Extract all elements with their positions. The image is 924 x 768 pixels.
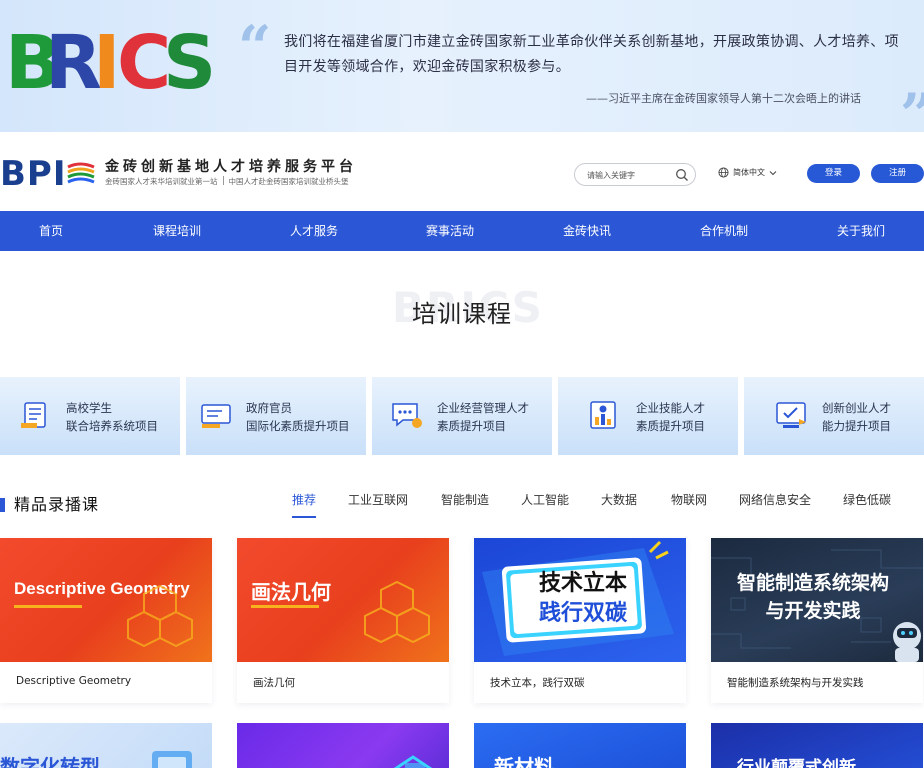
nav-item-news[interactable]: 金砖快讯 [563,211,611,251]
login-button[interactable]: 登录 [807,164,860,183]
main-nav: 首页 课程培训 人才服务 赛事活动 金砖快讯 合作机制 关于我们 [0,211,924,251]
thumbnail-title: 行业颠覆式创新 [737,758,856,768]
tab-network-security[interactable]: 网络信息安全 [739,491,811,508]
course-thumbnail: Descriptive Geometry [0,538,212,662]
nav-item-talent[interactable]: 人才服务 [290,211,338,251]
category-card-officials[interactable]: 政府官员 国际化素质提升项目 [186,377,366,455]
category-line1: 企业技能人才 [636,401,705,415]
skills-icon [590,401,616,429]
brics-logo: B R I C S [5,22,220,104]
bpi-logo-stripes-icon [67,162,95,184]
category-line2: 联合培养系统项目 [66,419,158,433]
site-subtitle-right: 中国人才赴金砖国家培训就业桥头堡 [228,177,349,186]
course-thumbnail: 技术立本 践行双碳 [474,538,686,662]
course-card-purple[interactable] [237,723,449,768]
category-label: 企业经营管理人才 素质提升项目 [437,399,529,435]
course-card-smart-manufacturing[interactable]: 智能制造系统架构 与开发实践 智能制造系统架构与开发实践 [711,538,923,703]
category-line1: 企业经营管理人才 [437,401,529,415]
thumbnail-title-line1: 技术立本 [538,571,627,596]
course-card-carbon[interactable]: 技术立本 践行双碳 技术立本，践行双碳 [474,538,686,703]
category-line2: 素质提升项目 [636,419,705,433]
course-card-digital-transformation[interactable]: 数字化转型 [0,723,212,768]
category-line2: 素质提升项目 [437,419,506,433]
course-card-disruptive-innovation[interactable]: 行业颠覆式创新 [711,723,923,768]
tab-recommended[interactable]: 推荐 [292,491,316,508]
thumbnail-title: 新材料 [494,755,554,768]
monitor-icon [152,751,192,768]
banner-quote-source: ——习近平主席在金砖国家领导人第十二次会晤上的讲话 [586,92,861,105]
search-icon[interactable] [675,168,689,182]
course-label: 智能制造系统架构与开发实践 [727,677,864,689]
thumbnail-title-line2: 与开发实践 [765,600,861,622]
thumbnail-title-line2: 践行双碳 [538,601,627,626]
top-banner: B R I C S “ 我们将在福建省厦门市建立金砖国家新工业革命伙伴关系创新基… [0,0,924,132]
search-input[interactable] [587,167,671,183]
category-label: 创新创业人才 能力提升项目 [822,399,891,435]
tab-iot[interactable]: 物联网 [671,491,707,508]
manager-icon [392,403,422,428]
category-card-innovation[interactable]: 创新创业人才 能力提升项目 [744,377,924,455]
nav-item-about[interactable]: 关于我们 [837,211,885,251]
subtitle-divider [222,176,224,185]
site-title: 金砖创新基地人才培养服务平台 [105,159,357,175]
section-title: 培训课程 [412,300,512,328]
language-selector[interactable]: 简体中文 [718,167,777,178]
nav-item-events[interactable]: 赛事活动 [426,211,474,251]
tab-green-carbon[interactable]: 绿色低碳 [843,491,891,508]
course-label: 技术立本，践行双碳 [490,677,585,689]
category-line1: 政府官员 [246,401,292,415]
course-thumbnail: 画法几何 [237,538,449,662]
thumbnail-underline [251,605,319,608]
category-label: 企业技能人才 素质提升项目 [636,399,705,435]
bpi-logo[interactable]: BPI [0,154,66,194]
nav-item-cooperation[interactable]: 合作机制 [700,211,748,251]
close-quote-icon: ” [900,86,924,132]
site-header: BPI 金砖创新基地人才培养服务平台 金砖国家人才来华培训就业第一站 中国人才赴金… [0,132,924,211]
course-card-new-materials[interactable]: 新材料 [474,723,686,768]
category-card-managers[interactable]: 企业经营管理人才 素质提升项目 [372,377,552,455]
thumbnail-title-line1: 智能制造系统架构 [736,572,889,594]
banner-quote: 我们将在福建省厦门市建立金砖国家新工业革命伙伴关系创新基地，开展政策协调、人才培… [284,34,899,75]
active-tab-underline [292,516,316,518]
register-button[interactable]: 注册 [871,164,924,183]
category-label: 政府官员 国际化素质提升项目 [246,399,350,435]
tab-big-data[interactable]: 大数据 [601,491,637,508]
section-accent-bar [0,498,5,512]
category-line1: 高校学生 [66,401,112,415]
innovation-icon [776,402,806,428]
open-quote-icon: “ [238,13,272,81]
category-label: 高校学生 联合培养系统项目 [66,399,158,435]
tab-industrial-internet[interactable]: 工业互联网 [348,491,408,508]
category-line2: 能力提升项目 [822,419,891,433]
thumbnail-title: 数字化转型 [0,755,100,768]
site-subtitle-left: 金砖国家人才来华培训就业第一站 [105,177,218,186]
site-subtitle: 金砖国家人才来华培训就业第一站 中国人才赴金砖国家培训就业桥头堡 [105,176,349,187]
thumbnail-title: 画法几何 [251,580,331,604]
nav-item-home[interactable]: 首页 [39,211,63,251]
thumbnail-underline [14,605,82,608]
course-card-drawing-geometry[interactable]: 画法几何 画法几何 [237,538,449,703]
category-line2: 国际化素质提升项目 [246,419,350,433]
official-icon [201,404,231,428]
course-card-descriptive-geometry[interactable]: Descriptive Geometry Descriptive Geometr… [0,538,212,703]
courses-title: 精品录播课 [14,495,100,514]
cubes-icon [364,580,430,644]
language-label: 简体中文 [733,168,765,177]
globe-icon [718,167,729,178]
tech-graphic-icon [393,755,433,768]
brics-letter-s: S [163,20,217,106]
tab-ai[interactable]: 人工智能 [521,491,569,508]
student-icon [21,402,46,428]
course-label: 画法几何 [253,677,295,689]
chevron-down-icon [769,170,777,175]
category-line1: 创新创业人才 [822,401,891,415]
tab-smart-manufacturing[interactable]: 智能制造 [441,491,489,508]
category-card-skills[interactable]: 企业技能人才 素质提升项目 [558,377,738,455]
course-label: Descriptive Geometry [16,675,132,687]
search-box [574,163,696,186]
cubes-icon [127,584,193,648]
course-thumbnail: 智能制造系统架构 与开发实践 [711,538,923,662]
category-card-students[interactable]: 高校学生 联合培养系统项目 [0,377,180,455]
nav-item-courses[interactable]: 课程培训 [153,211,201,251]
